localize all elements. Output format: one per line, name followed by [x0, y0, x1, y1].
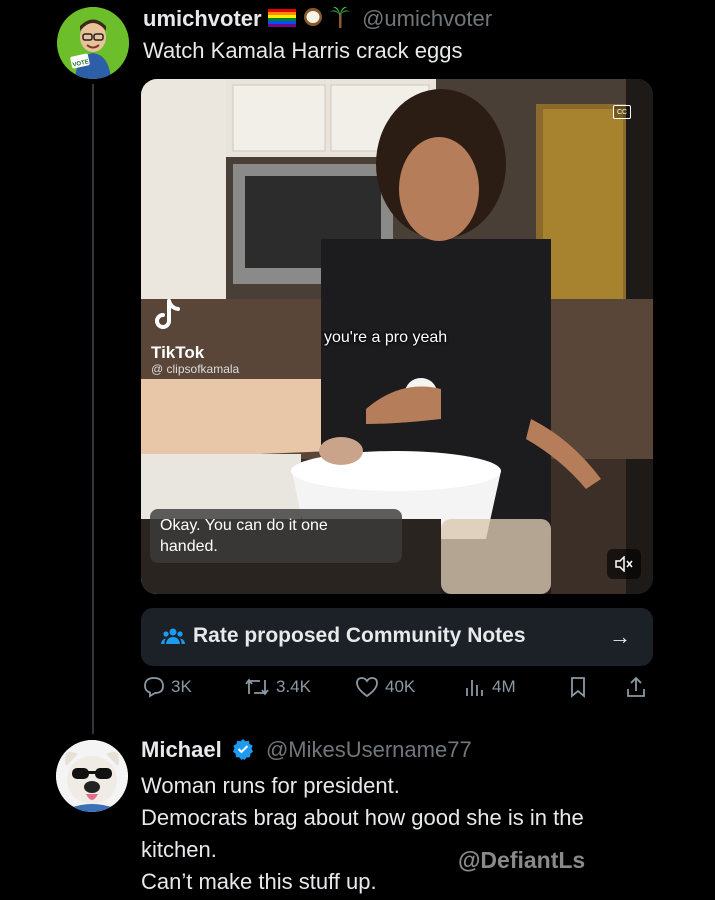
tweet-action-bar: 3K 3.4K 40K 4M	[141, 676, 653, 706]
author-handle[interactable]: @MikesUsername77	[266, 737, 472, 762]
heart-icon	[356, 677, 378, 698]
like-count: 40K	[385, 677, 416, 696]
coconut-icon	[302, 7, 324, 33]
community-notes-label: Rate proposed Community Notes	[193, 624, 526, 647]
author-name[interactable]: umichvoter	[143, 6, 262, 31]
views-button[interactable]: 4M	[464, 676, 516, 698]
reply-button[interactable]: 3K	[143, 676, 192, 698]
view-count: 4M	[492, 677, 516, 696]
repost-count: 3.4K	[276, 677, 311, 696]
share-button[interactable]	[625, 676, 653, 698]
video-player[interactable]: CC TikTok @ clipsofkamala you're a pro y…	[141, 79, 653, 594]
speaker-muted-icon	[615, 556, 633, 572]
tweet-header: Michael @MikesUsername77	[141, 737, 472, 766]
avatar[interactable]	[56, 740, 128, 812]
arrow-right-icon: →	[609, 624, 631, 649]
author-name[interactable]: Michael	[141, 737, 222, 762]
tweet-text: Woman runs for president. Democrats brag…	[141, 770, 584, 898]
tiktok-logo-icon	[151, 299, 181, 338]
verified-badge-icon	[232, 738, 254, 766]
closed-captions-icon[interactable]: CC	[613, 105, 631, 119]
bookmark-icon	[571, 677, 585, 698]
people-icon	[161, 628, 185, 644]
author-handle[interactable]: @umichvoter	[362, 6, 492, 31]
video-caption-top: you're a pro yeah	[324, 329, 448, 346]
like-button[interactable]: 40K	[355, 676, 415, 698]
tiktok-watermark: TikTok	[151, 343, 205, 362]
tweet-text-line: Democrats brag about how good she is in …	[141, 805, 584, 830]
bookmark-button[interactable]	[569, 676, 593, 698]
thread-connector-line	[92, 84, 94, 734]
tweet-text: Watch Kamala Harris crack eggs	[143, 38, 463, 63]
reply-icon	[144, 677, 164, 698]
source-watermark: @DefiantLs	[458, 847, 586, 873]
community-notes-button[interactable]: Rate proposed Community Notes →	[141, 608, 653, 666]
analytics-icon	[466, 680, 483, 696]
caption-line: handed.	[160, 538, 218, 555]
dog-avatar-icon	[56, 740, 128, 812]
palm-tree-icon	[329, 6, 350, 34]
repost-button[interactable]: 3.4K	[244, 676, 311, 698]
bitmoji-avatar-icon: VOTE	[57, 7, 129, 79]
tiktok-watermark-handle: @ clipsofkamala	[151, 362, 240, 376]
repost-icon	[245, 678, 269, 696]
tweet-header: umichvoter @umichvoter	[143, 6, 492, 34]
caption-line: Okay. You can do it one	[160, 517, 328, 534]
mute-button[interactable]	[607, 549, 641, 579]
video-caption-bottom: Okay. You can do it one handed.	[150, 509, 402, 563]
share-icon	[627, 676, 645, 697]
rainbow-flag-icon	[267, 7, 296, 33]
reply-count: 3K	[171, 677, 192, 696]
tweet-text-line: Woman runs for president.	[141, 773, 400, 798]
avatar[interactable]: VOTE	[57, 7, 129, 79]
